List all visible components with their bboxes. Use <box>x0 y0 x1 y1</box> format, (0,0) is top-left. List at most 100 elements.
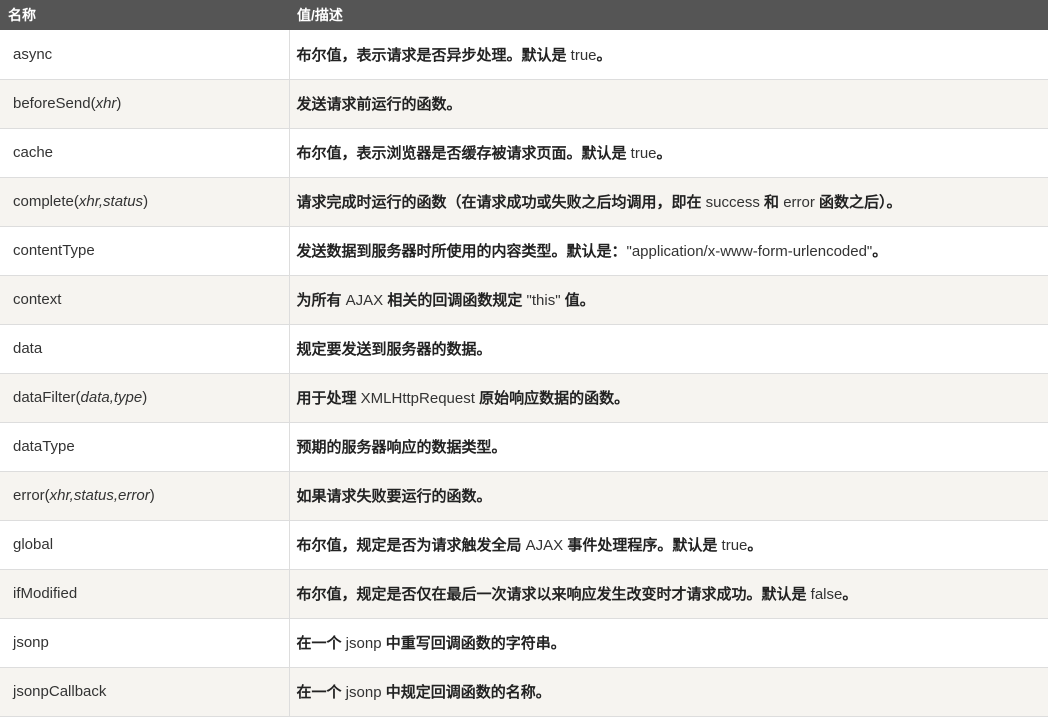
option-name-text: cache <box>13 144 54 161</box>
description-text: 发送请求前运行的函数。 <box>296 96 462 113</box>
table-row: contentType 发送数据到服务器时所使用的内容类型。默认是："applic… <box>0 226 1048 276</box>
option-name-text: ) <box>116 95 122 112</box>
option-name-text: contentType <box>13 242 95 259</box>
description-text: 。 <box>747 537 763 554</box>
table-row: jsonpCallback 在一个 jsonp 中规定回调函数的名称。 <box>0 667 1048 717</box>
description-literal: true <box>721 537 748 554</box>
description-literal: success <box>705 194 760 211</box>
table-row: data 规定要发送到服务器的数据。 <box>0 324 1048 374</box>
option-param: data,type <box>80 389 143 406</box>
option-name: data <box>0 324 290 374</box>
description-literal: false <box>810 586 843 603</box>
description-text: 。 <box>596 46 612 64</box>
description-text: 布尔值，规定是否为请求触发全局 <box>296 537 526 554</box>
description-text: 如果请求失败要运行的函数。 <box>296 488 492 505</box>
description-text: 预期的服务器响应的数据类型。 <box>296 439 507 456</box>
table-row: context 为所有 AJAX 相关的回调函数规定 "this" 值。 <box>0 275 1048 325</box>
option-name-text: global <box>13 536 54 553</box>
description-literal: AJAX <box>345 292 384 309</box>
table-row: dataType 预期的服务器响应的数据类型。 <box>0 422 1048 472</box>
option-description: 布尔值，规定是否为请求触发全局 AJAX 事件处理程序。默认是 true。 <box>289 520 1048 570</box>
description-text: 和 <box>759 194 784 211</box>
description-literal: error <box>783 194 815 211</box>
option-description: 预期的服务器响应的数据类型。 <box>289 422 1048 472</box>
option-name-text: dataType <box>13 438 75 455</box>
option-name-text: async <box>13 45 53 63</box>
option-name-text: jsonp <box>13 634 49 651</box>
option-name: contentType <box>0 226 290 276</box>
description-literal: AJAX <box>525 537 564 554</box>
option-name-text: data <box>13 340 43 357</box>
description-text: 在一个 <box>296 635 346 652</box>
option-name-text: beforeSend( <box>13 95 96 112</box>
header-name: 名称 <box>0 0 289 30</box>
description-text: 相关的回调函数规定 <box>383 292 527 309</box>
description-literal: true <box>630 145 657 162</box>
option-description: 如果请求失败要运行的函数。 <box>289 471 1048 521</box>
description-text: 为所有 <box>296 292 346 309</box>
description-literal: true <box>570 46 597 64</box>
table-header-row: 名称 值/描述 <box>0 0 1048 30</box>
description-text: 布尔值，表示请求是否异步处理。默认是 <box>296 46 571 64</box>
option-name: async <box>0 30 290 80</box>
table-row: global 布尔值，规定是否为请求触发全局 AJAX 事件处理程序。默认是 tr… <box>0 520 1048 570</box>
option-name-text: context <box>13 291 62 308</box>
option-description: 布尔值，表示请求是否异步处理。默认是 true。 <box>289 30 1048 80</box>
option-name: context <box>0 275 290 325</box>
description-text: 中规定回调函数的名称。 <box>381 684 551 701</box>
option-name: ifModified <box>0 569 290 619</box>
description-literal: jsonp <box>345 635 382 652</box>
description-text: 在一个 <box>296 684 346 701</box>
description-text: 用于处理 <box>296 390 361 407</box>
table-row: cache 布尔值，表示浏览器是否缓存被请求页面。默认是 true。 <box>0 128 1048 178</box>
option-description: 布尔值，表示浏览器是否缓存被请求页面。默认是 true。 <box>289 128 1048 178</box>
option-description: 在一个 jsonp 中重写回调函数的字符串。 <box>289 618 1048 668</box>
ajax-options-table: 名称 值/描述 async 布尔值，表示请求是否异步处理。默认是 true。 bef… <box>0 0 1048 717</box>
option-description: 规定要发送到服务器的数据。 <box>289 324 1048 374</box>
option-description: 请求完成时运行的函数（在请求成功或失败之后均调用，即在 success 和 er… <box>289 177 1048 227</box>
description-literal: "this" <box>526 292 561 309</box>
description-text: 。 <box>872 243 888 260</box>
description-text: 布尔值，规定是否仅在最后一次请求以来响应发生改变时才请求成功。默认是 <box>296 586 811 603</box>
description-literal: jsonp <box>345 684 382 701</box>
option-name: global <box>0 520 290 570</box>
description-literal: "application/x-www-form-urlencoded" <box>626 243 873 260</box>
table-row: error(xhr,status,error) 如果请求失败要运行的函数。 <box>0 471 1048 521</box>
option-name-text: jsonpCallback <box>13 683 107 700</box>
option-name-text: ) <box>142 389 148 406</box>
table-row: async 布尔值，表示请求是否异步处理。默认是 true。 <box>0 30 1048 80</box>
description-text: 事件处理程序。默认是 <box>563 537 722 554</box>
description-text: 发送数据到服务器时所使用的内容类型。默认是： <box>296 243 627 260</box>
description-text: 请求完成时运行的函数（在请求成功或失败之后均调用，即在 <box>296 194 706 211</box>
description-text: 值。 <box>560 292 595 309</box>
table-row: jsonp 在一个 jsonp 中重写回调函数的字符串。 <box>0 618 1048 668</box>
description-text: 中重写回调函数的字符串。 <box>381 635 566 652</box>
description-text: 布尔值，表示浏览器是否缓存被请求页面。默认是 <box>296 145 631 162</box>
option-description: 在一个 jsonp 中规定回调函数的名称。 <box>289 667 1048 717</box>
option-name: error(xhr,status,error) <box>0 471 290 521</box>
option-description: 发送数据到服务器时所使用的内容类型。默认是："application/x-www… <box>289 226 1048 276</box>
table-body: async 布尔值，表示请求是否异步处理。默认是 true。 beforeSend(… <box>0 30 1048 717</box>
description-text: 。 <box>842 586 858 603</box>
table-row: beforeSend(xhr) 发送请求前运行的函数。 <box>0 79 1048 129</box>
table-row: ifModified 布尔值，规定是否仅在最后一次请求以来响应发生改变时才请求成功… <box>0 569 1048 619</box>
table-row: dataFilter(data,type) 用于处理 XMLHttpRequest… <box>0 373 1048 423</box>
option-name-text: error( <box>13 487 50 504</box>
option-name: dataType <box>0 422 290 472</box>
option-name-text: ifModified <box>13 585 78 602</box>
table-row: complete(xhr,status) 请求完成时运行的函数（在请求成功或失败之… <box>0 177 1048 227</box>
option-name-text: complete( <box>13 193 79 210</box>
description-text: 函数之后）。 <box>814 194 902 211</box>
option-param: xhr,status <box>78 193 144 210</box>
description-text: 原始响应数据的函数。 <box>474 390 630 407</box>
option-name: complete(xhr,status) <box>0 177 290 227</box>
option-name: dataFilter(data,type) <box>0 373 290 423</box>
option-name-text: dataFilter( <box>13 389 81 406</box>
option-description: 布尔值，规定是否仅在最后一次请求以来响应发生改变时才请求成功。默认是 false… <box>289 569 1048 619</box>
option-name: jsonpCallback <box>0 667 290 717</box>
description-text: 。 <box>656 145 672 162</box>
description-literal: XMLHttpRequest <box>360 390 475 407</box>
option-description: 为所有 AJAX 相关的回调函数规定 "this" 值。 <box>289 275 1048 325</box>
option-name: jsonp <box>0 618 290 668</box>
description-text: 规定要发送到服务器的数据。 <box>296 341 492 358</box>
